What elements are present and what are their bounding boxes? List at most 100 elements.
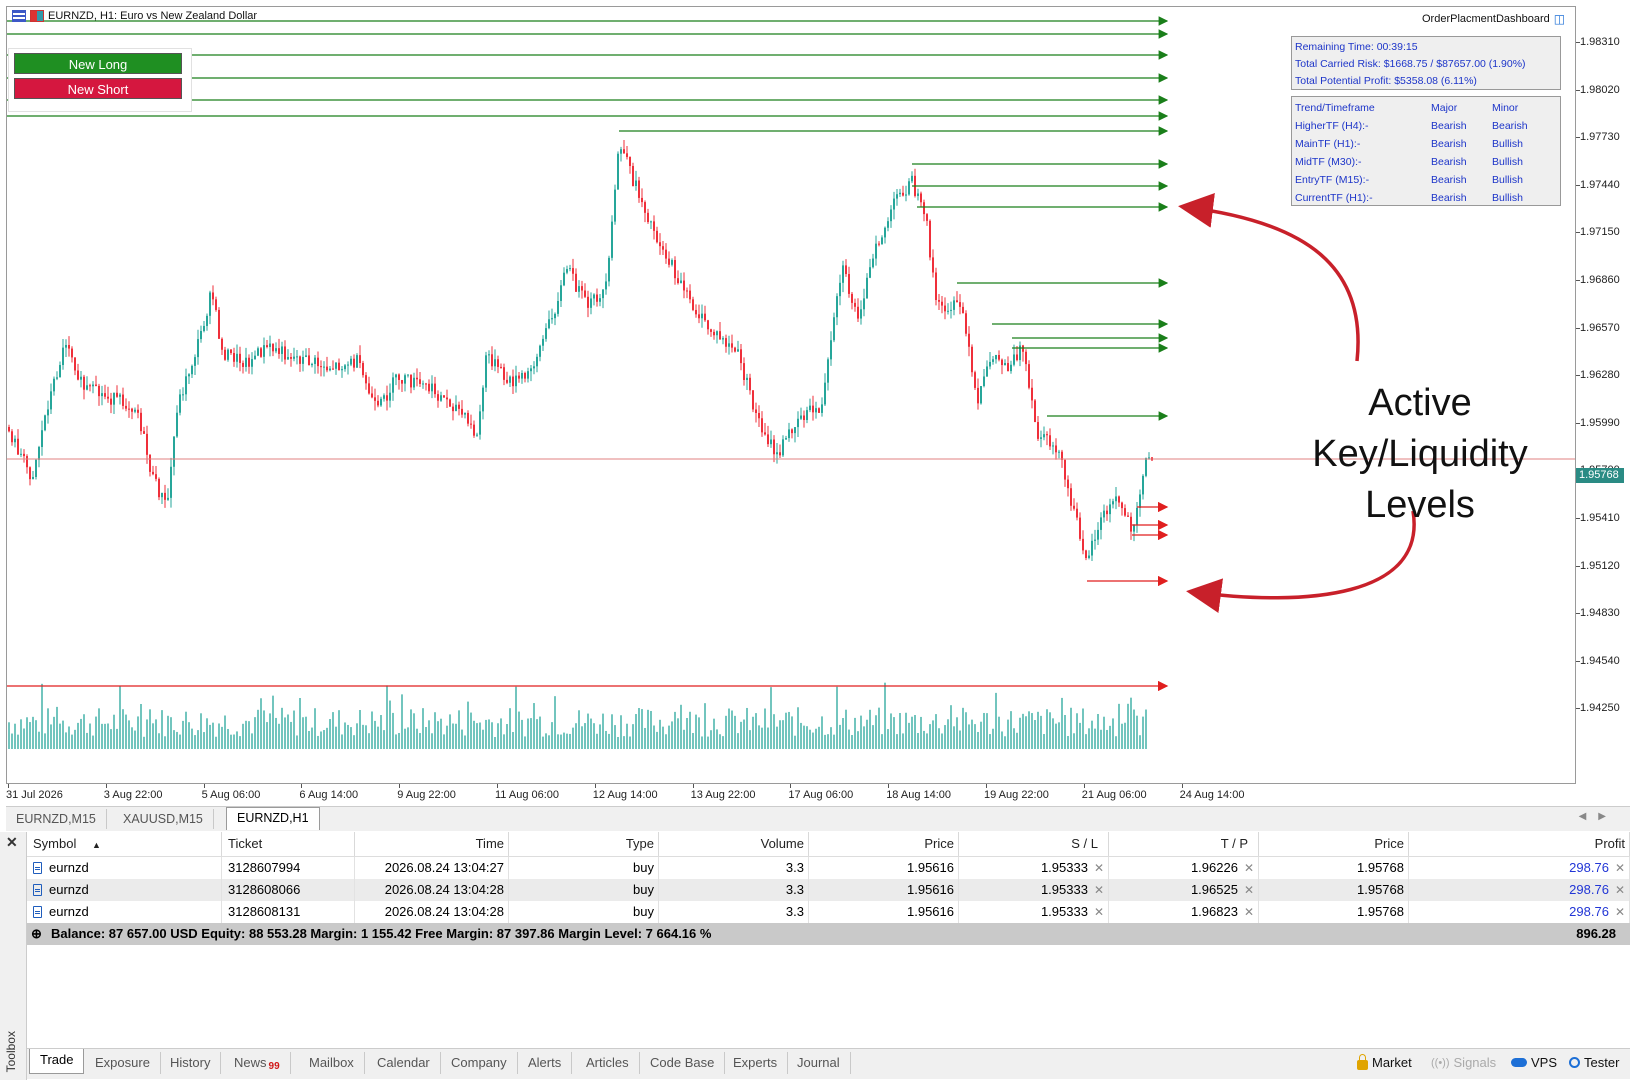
cell-stop-loss[interactable]: 1.95333 ✕: [959, 901, 1109, 923]
price-axis[interactable]: 1.98310 1.98020 1.97730 1.97440 1.97150 1.968…: [1576, 6, 1630, 784]
tab-experts[interactable]: Experts: [723, 1052, 789, 1074]
tab-scroll-arrows[interactable]: ◀▶: [1579, 811, 1618, 822]
cell-take-profit[interactable]: 1.96226 ✕: [1109, 857, 1259, 879]
tab-alerts[interactable]: Alerts: [518, 1052, 573, 1074]
remove-icon[interactable]: ✕: [1244, 883, 1254, 897]
table-row[interactable]: eurnzd 3128608131 2026.08.24 13:04:28 buy 3.…: [27, 901, 1630, 923]
column-header-profit[interactable]: Profit: [1409, 832, 1630, 856]
candle-body: [206, 315, 208, 326]
remove-icon[interactable]: ✕: [1244, 905, 1254, 919]
time-axis[interactable]: 31 Jul 2026 3 Aug 22:00 5 Aug 06:00 6 Aug 1…: [6, 784, 1576, 806]
candle-body: [782, 439, 784, 456]
price-tick-label: 1.95990: [1580, 416, 1620, 429]
cell-stop-loss[interactable]: 1.95333 ✕: [959, 879, 1109, 901]
column-header-symbol[interactable]: Symbol ▲: [27, 832, 222, 856]
trend-row: HigherTF (H4):- Bearish Bearish: [1295, 117, 1557, 135]
tab-company[interactable]: Company: [441, 1052, 518, 1074]
column-header-type[interactable]: Type: [509, 832, 659, 856]
candle-body: [104, 393, 106, 397]
candle-body: [83, 376, 85, 390]
candle-body: [554, 313, 556, 319]
candle-body: [254, 355, 256, 360]
candle-body: [308, 355, 310, 366]
chart-tab[interactable]: EURNZD,M15: [6, 809, 107, 829]
candle-body: [875, 243, 877, 259]
cell-time: 2026.08.24 13:04:28: [355, 901, 509, 923]
tab-journal[interactable]: Journal: [787, 1052, 851, 1074]
cell-stop-loss[interactable]: 1.95333 ✕: [959, 857, 1109, 879]
tester-status[interactable]: Tester: [1569, 1055, 1619, 1070]
table-row[interactable]: eurnzd 3128607994 2026.08.24 13:04:27 buy 3.…: [27, 857, 1630, 879]
chart-indicator-icon[interactable]: [30, 10, 44, 22]
market-status[interactable]: Market: [1357, 1053, 1412, 1070]
candle-body: [635, 180, 637, 187]
account-summary-row: ⊕ Balance: 87 657.00 USD Equity: 88 553.…: [27, 923, 1630, 945]
new-long-button[interactable]: New Long: [14, 53, 182, 74]
table-row[interactable]: eurnzd 3128608066 2026.08.24 13:04:28 buy 3.…: [27, 879, 1630, 901]
chart-area[interactable]: EURNZD, H1: Euro vs New Zealand Dollar N…: [0, 0, 1630, 806]
candle-body: [575, 273, 577, 292]
tab-code-base[interactable]: Code Base: [640, 1052, 726, 1074]
candle-body: [38, 447, 40, 460]
column-header-tp[interactable]: T / P: [1109, 832, 1259, 856]
current-price-label: 1.95768: [1576, 468, 1624, 483]
new-short-button[interactable]: New Short: [14, 78, 182, 99]
chart-tab[interactable]: XAUUSD,M15: [113, 809, 214, 829]
candle-body: [809, 405, 811, 411]
cell-time: 2026.08.24 13:04:28: [355, 879, 509, 901]
time-tick: [986, 784, 987, 788]
add-icon[interactable]: ⊕: [31, 923, 42, 945]
candle-body: [485, 355, 487, 388]
candle-body: [29, 467, 31, 480]
remove-icon[interactable]: ✕: [1615, 861, 1625, 875]
remove-icon[interactable]: ✕: [1094, 861, 1104, 875]
cell-current-price: 1.95768: [1259, 901, 1409, 923]
tab-trade[interactable]: Trade: [29, 1049, 85, 1074]
price-tick-label: 1.97150: [1580, 226, 1620, 239]
tester-icon: [1569, 1057, 1580, 1068]
tab-mailbox[interactable]: Mailbox: [299, 1052, 365, 1074]
candle-body: [851, 293, 853, 303]
remove-icon[interactable]: ✕: [1094, 883, 1104, 897]
chart-tab-active[interactable]: EURNZD,H1: [226, 807, 320, 830]
candle-body: [347, 364, 349, 366]
column-header-current-price[interactable]: Price: [1259, 832, 1409, 856]
column-header-ticket[interactable]: Ticket: [222, 832, 355, 856]
price-tick-label: 1.97730: [1580, 131, 1620, 144]
close-icon[interactable]: ✕: [6, 834, 18, 851]
candle-body: [233, 352, 235, 362]
tab-history[interactable]: History: [160, 1052, 222, 1074]
remove-icon[interactable]: ✕: [1615, 883, 1625, 897]
tab-exposure[interactable]: Exposure: [85, 1052, 161, 1074]
cell-ticket: 3128607994: [222, 857, 355, 879]
trend-row: CurrentTF (H1):- Bearish Bullish: [1295, 189, 1557, 207]
candle-body: [746, 377, 748, 380]
remove-icon[interactable]: ✕: [1615, 905, 1625, 919]
tab-calendar[interactable]: Calendar: [367, 1052, 441, 1074]
remove-icon[interactable]: ✕: [1094, 905, 1104, 919]
candle-body: [842, 265, 844, 283]
position-icon: [33, 906, 42, 918]
cell-profit[interactable]: 298.76 ✕: [1409, 901, 1630, 923]
candle-body: [902, 192, 904, 196]
chart-menu-icon[interactable]: [12, 10, 26, 22]
annotation-line: Key/Liquidity: [1312, 433, 1528, 475]
candle-body: [1058, 451, 1060, 453]
candle-body: [545, 328, 547, 339]
column-header-time[interactable]: Time: [355, 832, 509, 856]
tab-news[interactable]: News 99: [224, 1052, 291, 1074]
column-header-price[interactable]: Price: [809, 832, 959, 856]
column-header-volume[interactable]: Volume: [659, 832, 809, 856]
candle-body: [761, 418, 763, 433]
cell-take-profit[interactable]: 1.96823 ✕: [1109, 901, 1259, 923]
cell-take-profit[interactable]: 1.96525 ✕: [1109, 879, 1259, 901]
signals-status[interactable]: ((•)) Signals: [1431, 1055, 1496, 1070]
cell-profit[interactable]: 298.76 ✕: [1409, 879, 1630, 901]
candle-body: [872, 258, 874, 268]
vps-status[interactable]: VPS: [1511, 1055, 1557, 1070]
column-header-sl[interactable]: S / L: [959, 832, 1109, 856]
cell-profit[interactable]: 298.76 ✕: [1409, 857, 1630, 879]
candle-body: [176, 412, 178, 437]
remove-icon[interactable]: ✕: [1244, 861, 1254, 875]
tab-articles[interactable]: Articles: [576, 1052, 640, 1074]
